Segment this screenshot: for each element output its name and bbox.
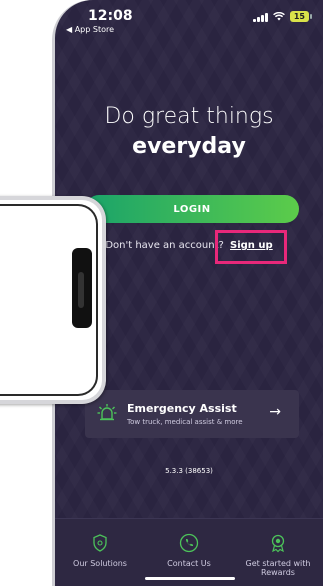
hero-line-2: everyday xyxy=(132,134,246,159)
signup-highlight-box xyxy=(215,230,287,264)
signal-icon xyxy=(253,12,268,22)
overlapping-phone-frame xyxy=(0,196,106,404)
medal-icon xyxy=(271,534,285,553)
back-to-app-store[interactable]: ◀ App Store xyxy=(66,25,114,34)
emergency-assist-card[interactable]: Emergency Assist Tow truck, medical assi… xyxy=(85,390,299,438)
emergency-subtitle: Tow truck, medical assist & more xyxy=(127,418,243,426)
home-indicator xyxy=(145,577,235,580)
nav-contact-us[interactable]: Contact Us xyxy=(144,533,234,568)
status-time: 12:08 xyxy=(88,8,133,24)
hero-line-1: Do great things xyxy=(104,104,274,129)
emergency-title: Emergency Assist xyxy=(127,402,237,415)
signup-prompt: Don't have an account? xyxy=(105,240,228,251)
bottom-nav: Our Solutions Contact Us Get started wit… xyxy=(55,518,323,586)
nav-label: Contact Us xyxy=(167,559,211,568)
nav-rewards[interactable]: Get started with Rewards xyxy=(233,533,323,577)
battery-icon: 15 xyxy=(289,11,313,22)
phone-icon xyxy=(179,533,199,553)
nav-label: Our Solutions xyxy=(73,559,127,568)
nav-our-solutions[interactable]: Our Solutions xyxy=(55,533,145,568)
login-button[interactable]: LOGIN xyxy=(85,195,299,223)
app-version: 5.3.3 (38653) xyxy=(165,467,213,475)
siren-icon xyxy=(97,404,117,421)
status-icons: 15 xyxy=(253,11,313,22)
arrow-right-icon[interactable]: → xyxy=(269,404,281,420)
side-button-detail xyxy=(78,272,84,308)
nav-label: Get started with Rewards xyxy=(245,559,311,577)
wifi-icon xyxy=(272,12,285,21)
shield-icon xyxy=(93,534,107,552)
